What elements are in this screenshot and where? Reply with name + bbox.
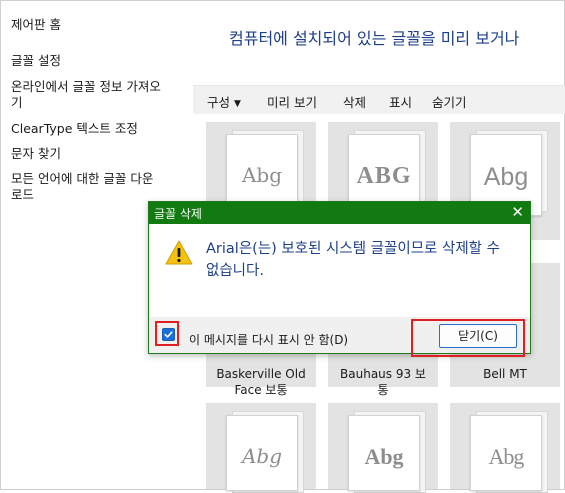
dialog-message: Arial은(는) 보호된 시스템 글꼴이므로 삭제할 수 없습니다. (206, 241, 500, 279)
checkmark-icon (164, 331, 173, 338)
font-name-line: Bell MT (483, 367, 527, 381)
hide-button[interactable]: 숨기기 (432, 92, 467, 111)
page-icon: Abg (470, 415, 542, 491)
font-sample: Abg (364, 444, 404, 469)
font-sample: ABG (356, 163, 412, 189)
delete-button[interactable]: 삭제 (343, 92, 366, 111)
cleartype-link[interactable]: ClearType 텍스트 조정 (11, 121, 138, 137)
link-line: 기 (11, 95, 23, 110)
dialog-footer: 이 메시지를 다시 표시 안 함(D) 닫기(C) (149, 317, 530, 357)
font-name-line: Baskerville Old (216, 367, 306, 381)
show-button[interactable]: 표시 (389, 92, 412, 111)
font-tile[interactable]: Abg (450, 403, 560, 493)
font-name: Bauhaus 93 보 통 (328, 366, 438, 398)
delete-font-dialog: 글꼴 삭제 ✕ Arial은(는) 보호된 시스템 글꼴이므로 삭제할 수 없습… (148, 201, 531, 357)
page-title: 컴퓨터에 설치되어 있는 글꼴을 미리 보거나 (229, 29, 520, 48)
font-sample: Abg (483, 163, 529, 191)
toolbar: 구성 ▼ 미리 보기 삭제 표시 숨기기 (193, 85, 565, 114)
download-fonts-link[interactable]: 모든 언어에 대한 글꼴 다운 로드 (11, 171, 153, 203)
font-sample: Abg (241, 163, 283, 187)
font-tile[interactable]: Abg (328, 403, 438, 493)
organize-menu-button[interactable]: 구성 ▼ (207, 92, 241, 111)
find-character-link[interactable]: 문자 찾기 (11, 146, 61, 162)
font-tile[interactable]: Abg (206, 403, 316, 493)
font-name-line: Bauhaus 93 보 (340, 367, 426, 381)
organize-label: 구성 (207, 95, 231, 110)
font-name-line: 통 (377, 383, 389, 397)
font-name: Baskerville Old Face 보통 (206, 366, 316, 398)
chevron-down-icon: ▼ (234, 99, 241, 109)
close-icon[interactable]: ✕ (511, 203, 524, 221)
link-line: 온라인에서 글꼴 정보 가져오 (11, 79, 161, 94)
font-name-line: Face 보통 (234, 383, 288, 397)
dialog-titlebar: 글꼴 삭제 ✕ (149, 202, 530, 224)
font-sample: Abg (488, 444, 525, 469)
control-panel-window: 제어판 홈 글꼴 설정 온라인에서 글꼴 정보 가져오 기 ClearType … (0, 0, 565, 493)
dialog-title: 글꼴 삭제 (154, 207, 202, 221)
page-icon: Abg (226, 415, 298, 491)
dont-show-again-checkbox[interactable] (162, 328, 175, 341)
close-button[interactable]: 닫기(C) (439, 324, 517, 348)
preview-button[interactable]: 미리 보기 (267, 92, 317, 111)
dont-show-again-label[interactable]: 이 메시지를 다시 표시 안 함(D) (189, 331, 348, 348)
link-line: 모든 언어에 대한 글꼴 다운 (11, 171, 154, 186)
link-line: 로드 (11, 187, 35, 202)
warning-icon (165, 240, 193, 270)
font-sample: Abg (241, 444, 283, 468)
get-font-info-online-link[interactable]: 온라인에서 글꼴 정보 가져오 기 (11, 79, 161, 111)
font-settings-link[interactable]: 글꼴 설정 (11, 53, 61, 69)
control-panel-home-link[interactable]: 제어판 홈 (11, 17, 61, 33)
font-name: Bell MT (450, 366, 560, 382)
checkbox-highlight (155, 321, 179, 346)
page-icon: Abg (348, 415, 420, 491)
dialog-body: Arial은(는) 보호된 시스템 글꼴이므로 삭제할 수 없습니다. (149, 224, 530, 317)
